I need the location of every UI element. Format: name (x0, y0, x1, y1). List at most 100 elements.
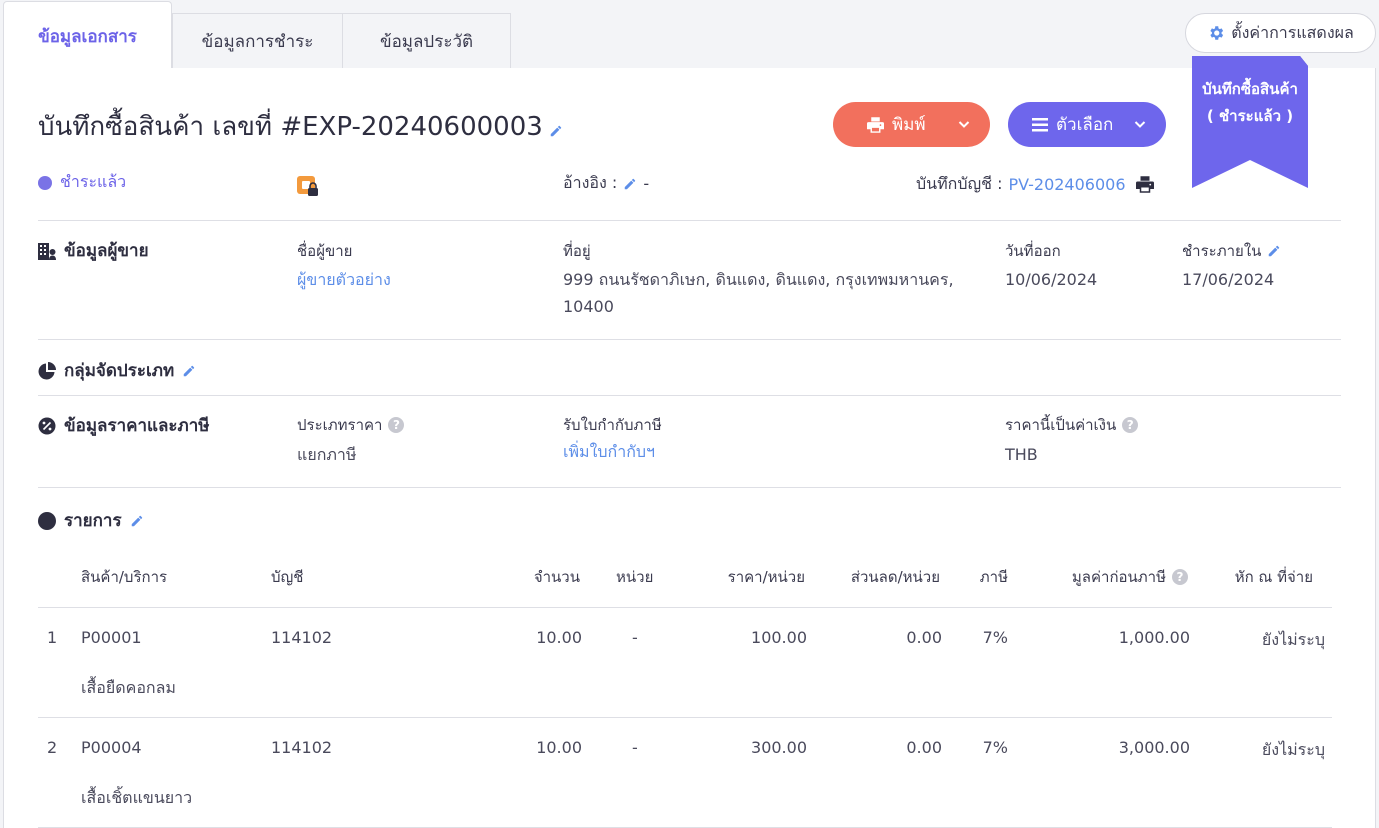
print-button[interactable]: พิมพ์ (833, 102, 990, 147)
percent-badge-icon (38, 417, 56, 434)
tab-history-info[interactable]: ข้อมูลประวัติ (342, 13, 511, 69)
reference-field: อ้างอิง : - (563, 171, 649, 196)
unit-price: 100.00 (751, 628, 807, 647)
edit-pencil-icon[interactable] (1267, 244, 1281, 258)
status-badge: ชำระแล้ว (38, 170, 126, 195)
column-header-withholding: หัก ณ ที่จ่าย (1234, 568, 1313, 586)
ribbon-line2: ( ชำระแล้ว ) (1206, 107, 1294, 125)
printer-icon (867, 116, 884, 133)
unit: - (632, 628, 638, 647)
product-code-link[interactable]: P00004 (81, 738, 142, 757)
due-date-field: ชำระภายใน (1182, 239, 1281, 263)
divider (38, 220, 1341, 221)
price-tax-section-label: ข้อมูลราคาและภาษี (64, 416, 210, 436)
price-type-value: แยกภาษี (297, 445, 357, 464)
column-header-unit-price: ราคา/หน่วย (727, 568, 805, 586)
price-type-label: ประเภทราคา (297, 416, 383, 434)
due-date-label: ชำระภายใน (1182, 242, 1262, 260)
column-header-qty: จำนวน (533, 568, 580, 586)
vendor-name-label: ชื่อผู้ขาย (297, 242, 353, 260)
chevron-down-icon[interactable] (958, 118, 970, 130)
ribbon-line1: บันทึกซื้อสินค้า (1202, 80, 1298, 98)
product-code-link[interactable]: P00001 (81, 628, 142, 647)
column-header-tax: ภาษี (979, 568, 1008, 586)
pre-tax-label: มูลค่าก่อนภาษี (1071, 568, 1166, 586)
divider (38, 395, 1341, 396)
printer-icon[interactable] (1135, 176, 1154, 193)
status-dot (38, 175, 52, 190)
options-label: ตัวเลือก (1056, 115, 1114, 135)
divider (38, 607, 1332, 608)
account-code: 114102 (271, 628, 333, 647)
accounting-record: บันทึกบัญชี : PV-202406006 (916, 172, 1154, 197)
tab-payment-info[interactable]: ข้อมูลการชำระ (172, 13, 342, 69)
product-name: เสื้อเชิ้ตแขนยาว (81, 788, 193, 807)
tab-document-info[interactable]: ข้อมูลเอกสาร (3, 1, 172, 70)
display-settings-label: ตั้งค่าการแสดงผล (1231, 22, 1354, 42)
reference-value: - (643, 174, 650, 193)
edit-pencil-icon[interactable] (182, 364, 196, 378)
withholding-status: ยังไม่ระบุ (1261, 740, 1325, 759)
currency-field: ราคานี้เป็นค่าเงิน ? (1005, 413, 1139, 437)
edit-pencil-icon[interactable] (623, 177, 637, 191)
items-dot-icon (38, 511, 56, 530)
product-name: เสื้อยืดคอกลม (81, 678, 176, 697)
address-label: ที่อยู่ (563, 242, 591, 260)
divider (38, 487, 1341, 488)
column-header-unit: หน่วย (616, 568, 654, 586)
address-line1: 999 ถนนรัชดาภิเษก, ดินแดง, ดินแดง, กรุงเ… (563, 270, 954, 289)
column-header-product: สินค้า/บริการ (81, 568, 168, 586)
building-icon (38, 242, 56, 260)
price-type-field: ประเภทราคา ? (297, 413, 405, 437)
vendor-name-link[interactable]: ผู้ขายตัวอย่าง (297, 266, 391, 293)
reference-label: อ้างอิง : (563, 173, 618, 192)
unit-price: 300.00 (751, 738, 807, 757)
accounting-label: บันทึกบัญชี : (916, 174, 1003, 193)
pie-chart-icon (38, 361, 56, 379)
display-settings-button[interactable]: ตั้งค่าการแสดงผล (1185, 13, 1376, 53)
unit: - (632, 738, 638, 757)
chevron-down-icon[interactable] (1134, 118, 1146, 130)
edit-pencil-icon[interactable] (549, 124, 563, 138)
withholding-status: ยังไม่ระบุ (1261, 630, 1325, 649)
column-header-account: บัญชี (271, 568, 304, 586)
gear-icon (1210, 26, 1224, 40)
accounting-link[interactable]: PV-202406006 (1008, 175, 1125, 194)
help-icon[interactable]: ? (1122, 417, 1139, 433)
category-section-title: กลุ่มจัดประเภท (38, 357, 196, 384)
add-tax-invoice-link[interactable]: เพิ่มใบกำกับฯ (563, 438, 655, 465)
discount: 0.00 (906, 738, 942, 757)
due-date-value: 17/06/2024 (1182, 270, 1275, 289)
edit-pencil-icon[interactable] (130, 514, 144, 528)
currency-label: ราคานี้เป็นค่าเงิน (1005, 416, 1117, 434)
document-card (3, 68, 1376, 828)
pre-tax-amount: 3,000.00 (1118, 738, 1190, 757)
currency-value: THB (1005, 445, 1038, 464)
page-title-text: บันทึกซื้อสินค้า เลขที่ #EXP-20240600003 (38, 112, 543, 142)
issue-date-value: 10/06/2024 (1005, 270, 1098, 289)
items-section-label: รายการ (64, 511, 122, 531)
row-number: 2 (47, 738, 58, 757)
help-icon[interactable]: ? (388, 417, 405, 433)
discount: 0.00 (906, 628, 942, 647)
quantity: 10.00 (536, 628, 582, 647)
tab-bar: ข้อมูลเอกสาร ข้อมูลการชำระ ข้อมูลประวัติ (3, 1, 511, 70)
divider (38, 717, 1332, 718)
vendor-section-label: ข้อมูลผู้ขาย (64, 241, 149, 261)
options-button[interactable]: ตัวเลือก (1008, 102, 1166, 147)
address-line2: 10400 (563, 297, 614, 316)
status-ribbon: บันทึกซื้อสินค้า ( ชำระแล้ว ) (1192, 56, 1308, 188)
items-section-title: รายการ (38, 507, 144, 534)
column-header-discount: ส่วนลด/หน่วย (850, 568, 940, 586)
quantity: 10.00 (536, 738, 582, 757)
tax-invoice-label: รับใบกำกับภาษี (563, 416, 662, 434)
category-section-label: กลุ่มจัดประเภท (64, 361, 175, 381)
locked-document-icon (297, 176, 318, 196)
price-tax-section-title: ข้อมูลราคาและภาษี (38, 412, 210, 439)
help-icon[interactable]: ? (1172, 569, 1188, 585)
divider (38, 339, 1341, 340)
address-value: 999 ถนนรัชดาภิเษก, ดินแดง, ดินแดง, กรุงเ… (563, 266, 954, 320)
tax-rate: 7% (982, 738, 1008, 757)
account-code: 114102 (271, 738, 333, 757)
status-label: ชำระแล้ว (60, 172, 127, 191)
